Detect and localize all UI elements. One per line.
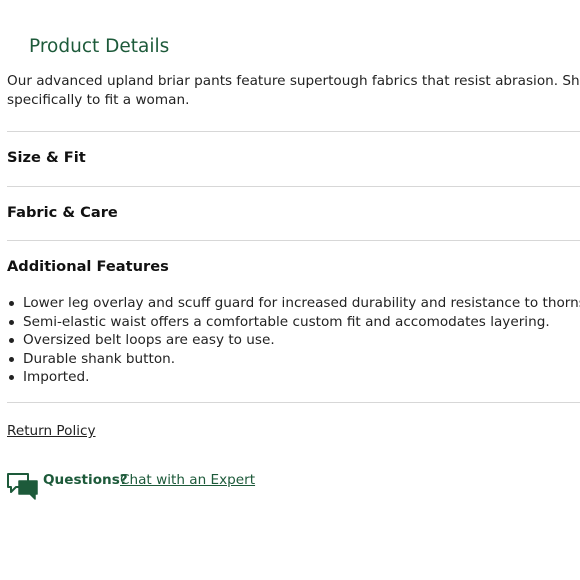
- chat-bubbles-icon: [7, 472, 39, 500]
- feature-item: Oversized belt loops are easy to use.: [9, 331, 580, 350]
- additional-features-section-toggle[interactable]: Additional Features: [7, 258, 169, 275]
- features-list: Lower leg overlay and scuff guard for in…: [7, 294, 580, 387]
- divider: [7, 131, 580, 132]
- feature-item: Semi-elastic waist offers a comfortable …: [9, 313, 580, 332]
- feature-item: Imported.: [9, 368, 580, 387]
- feature-item: Durable shank button.: [9, 350, 580, 369]
- size-fit-section-toggle[interactable]: Size & Fit: [7, 149, 86, 166]
- chat-with-expert-link[interactable]: Chat with an Expert: [120, 472, 255, 488]
- divider: [7, 402, 580, 403]
- divider: [7, 240, 580, 241]
- feature-item: Lower leg overlay and scuff guard for in…: [9, 294, 580, 313]
- return-policy-link[interactable]: Return Policy: [7, 423, 96, 439]
- questions-label: Questions?: [43, 472, 128, 488]
- description-clip: Our advanced upland briar pants feature …: [0, 0, 580, 120]
- product-description: Our advanced upland briar pants feature …: [7, 73, 580, 108]
- divider: [7, 186, 580, 187]
- fabric-care-section-toggle[interactable]: Fabric & Care: [7, 204, 118, 221]
